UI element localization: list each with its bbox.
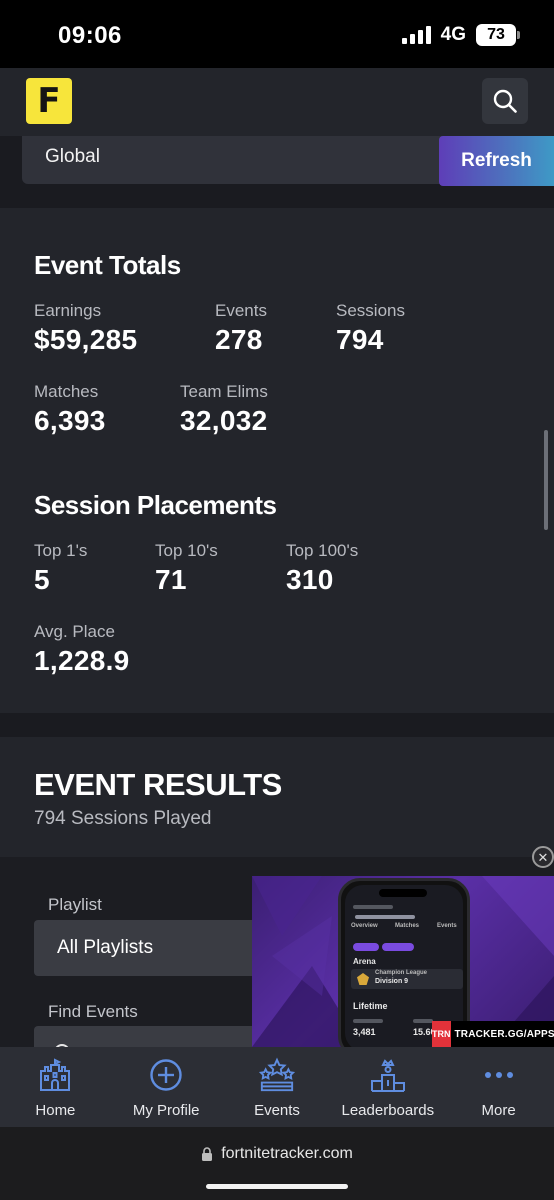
event-totals-card: Event Totals Earnings $59,285 Events 278… xyxy=(0,208,554,713)
event-totals-heading: Event Totals xyxy=(34,250,181,280)
app-header: F xyxy=(0,68,554,136)
avg-place-label: Avg. Place xyxy=(34,622,115,641)
sessions-label: Sessions xyxy=(336,301,405,320)
refresh-button[interactable]: Refresh xyxy=(439,136,554,186)
castle-icon xyxy=(37,1057,73,1093)
ad-phone-section-lifetime: Lifetime xyxy=(353,1001,388,1011)
nav-more[interactable]: More xyxy=(443,1047,554,1127)
playlist-select[interactable]: All Playlists xyxy=(34,920,284,976)
advertisement[interactable]: Overview Matches Events Arena Champion L… xyxy=(252,876,554,1047)
nav-more-label: More xyxy=(481,1102,516,1119)
plus-circle-icon xyxy=(148,1057,184,1093)
events-label: Events xyxy=(215,301,267,320)
home-indicator[interactable] xyxy=(206,1184,348,1189)
search-icon xyxy=(493,89,517,113)
team-elims-label: Team Elims xyxy=(180,382,268,401)
top100-value: 310 xyxy=(286,564,334,595)
ad-close-button[interactable]: ✕ xyxy=(532,846,554,868)
avg-place-value: 1,228.9 xyxy=(34,645,130,676)
podium-icon xyxy=(370,1057,406,1093)
playlist-label: Playlist xyxy=(48,895,102,914)
ad-phone-tab-overview: Overview xyxy=(351,923,378,929)
region-value: Global xyxy=(45,146,100,167)
sessions-played: 794 Sessions Played xyxy=(34,808,212,829)
close-icon: ✕ xyxy=(537,849,549,865)
nav-home-label: Home xyxy=(35,1102,76,1119)
stars-podium-icon xyxy=(258,1057,295,1093)
battery-icon: 73 xyxy=(476,24,520,46)
ad-phone-tab-events: Events xyxy=(437,923,457,929)
bottom-nav: Home My Profile Events Leaderboards More xyxy=(0,1047,554,1127)
event-results-title: EVENT RESULTS xyxy=(34,767,282,802)
top1-label: Top 1's xyxy=(34,541,88,560)
team-elims-value: 32,032 xyxy=(180,405,268,436)
fortnite-logo[interactable]: F xyxy=(26,78,72,124)
ad-phone-stat-1: 3,481 xyxy=(353,1027,376,1037)
trn-logo: TRN xyxy=(432,1021,451,1047)
more-dots-icon xyxy=(481,1057,517,1093)
url-text: fortnitetracker.com xyxy=(221,1145,353,1162)
find-events-input[interactable] xyxy=(34,1026,284,1047)
lock-icon xyxy=(202,1147,213,1161)
find-events-label: Find Events xyxy=(48,1002,138,1021)
signal-icon xyxy=(401,26,431,44)
session-placements-heading: Session Placements xyxy=(34,490,277,520)
sessions-value: 794 xyxy=(336,324,384,355)
ad-phone-division: Division 9 xyxy=(375,978,409,985)
ad-phone-league: Champion League xyxy=(375,970,428,976)
ad-phone-section-arena: Arena xyxy=(353,957,376,966)
matches-label: Matches xyxy=(34,382,99,401)
nav-leaderboards-label: Leaderboards xyxy=(341,1102,435,1119)
network-type: 4G xyxy=(440,24,466,45)
address-bar[interactable]: fortnitetracker.com xyxy=(0,1145,554,1163)
nav-home[interactable]: Home xyxy=(0,1047,111,1127)
matches-value: 6,393 xyxy=(34,405,106,436)
nav-leaderboards[interactable]: Leaderboards xyxy=(332,1047,443,1127)
region-filter[interactable]: Global Refresh xyxy=(22,136,554,186)
nav-events[interactable]: Events xyxy=(222,1047,333,1127)
page-content: Global Refresh Event Totals Earnings $59… xyxy=(0,136,554,1047)
scrollbar[interactable] xyxy=(544,430,548,530)
earnings-label: Earnings xyxy=(34,301,102,320)
crown-icon xyxy=(357,973,369,985)
top1-value: 5 xyxy=(34,564,50,595)
browser-url-bar: fortnitetracker.com xyxy=(0,1127,554,1200)
ad-brand-banner: TRN TRACKER.GG/APPS xyxy=(432,1021,554,1047)
playlist-value: All Playlists xyxy=(57,937,154,958)
status-indicators: 4G 73 xyxy=(401,24,520,46)
top100-label: Top 100's xyxy=(286,541,359,560)
events-value: 278 xyxy=(215,324,263,355)
top10-value: 71 xyxy=(155,564,187,595)
earnings-value: $59,285 xyxy=(34,324,138,355)
nav-events-label: Events xyxy=(254,1102,300,1119)
search-button[interactable] xyxy=(482,78,528,124)
ad-phone-tab-matches: Matches xyxy=(395,923,420,929)
ad-url: TRACKER.GG/APPS xyxy=(454,1028,554,1040)
top10-label: Top 10's xyxy=(155,541,218,560)
nav-my-profile[interactable]: My Profile xyxy=(111,1047,222,1127)
status-time: 09:06 xyxy=(58,22,122,49)
status-bar: 09:06 4G 73 xyxy=(0,0,554,68)
nav-my-profile-label: My Profile xyxy=(132,1102,200,1119)
